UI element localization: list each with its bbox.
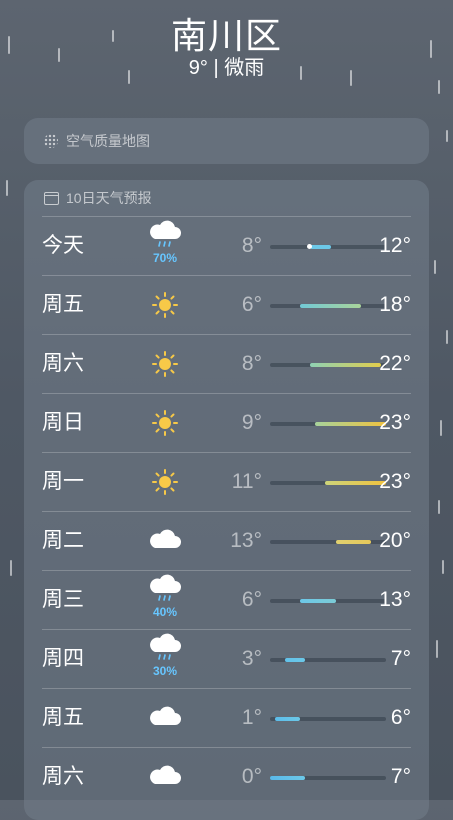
- temp-range-bar: [270, 658, 386, 662]
- day-label: 周五: [42, 706, 84, 729]
- forecast-row[interactable]: 周日 9° 23°: [42, 393, 411, 452]
- high-temp: 18°: [379, 293, 411, 316]
- ten-day-forecast-card[interactable]: 10日天气预报 今天 70% 8° 12° 周五 6° 18° 周六 8° 22° 周日 9° 23° 周…: [24, 180, 429, 820]
- day-label: 周六: [42, 352, 84, 375]
- temp-range-bar: [270, 776, 386, 780]
- low-temp: 13°: [230, 529, 262, 552]
- air-quality-label: 空气质量地图: [66, 133, 150, 149]
- sun-icon: [146, 394, 184, 452]
- high-temp: 12°: [379, 234, 411, 257]
- day-label: 周五: [42, 293, 84, 316]
- rain-cloud-icon: [146, 217, 184, 275]
- forecast-row[interactable]: 周六 8° 22°: [42, 334, 411, 393]
- day-label: 今天: [42, 234, 84, 257]
- location-header: 南川区 9° | 微雨: [0, 14, 453, 80]
- low-temp: 0°: [241, 765, 262, 788]
- temp-range-bar: [270, 244, 386, 249]
- forecast-row[interactable]: 周四 30% 3° 7°: [42, 629, 411, 688]
- day-label: 周三: [42, 588, 84, 611]
- high-temp: 7°: [390, 765, 411, 788]
- rain-cloud-icon: [146, 571, 184, 629]
- temp-range-fill: [325, 481, 386, 485]
- temp-range-bar: [270, 363, 386, 367]
- low-temp: 6°: [241, 588, 262, 611]
- air-quality-map-card[interactable]: 空气质量地图: [24, 118, 429, 164]
- high-temp: 23°: [379, 411, 411, 434]
- temp-range-bar: [270, 304, 386, 308]
- forecast-header: 10日天气预报: [24, 180, 429, 216]
- high-temp: 20°: [379, 529, 411, 552]
- temp-range-fill: [285, 658, 306, 662]
- sun-icon: [146, 453, 184, 511]
- temp-range-fill: [315, 422, 386, 426]
- calendar-icon: [44, 191, 59, 205]
- high-temp: 22°: [379, 352, 411, 375]
- high-temp: 23°: [379, 470, 411, 493]
- day-label: 周一: [42, 470, 84, 493]
- city-name: 南川区: [170, 15, 282, 56]
- low-temp: 11°: [231, 470, 262, 493]
- current-conditions: 9° | 微雨: [188, 57, 265, 79]
- forecast-row[interactable]: 周五 6° 18°: [42, 275, 411, 334]
- low-temp: 8°: [241, 352, 262, 375]
- temp-range-fill: [270, 776, 306, 780]
- precipitation-chance: 30%: [152, 664, 178, 678]
- temp-range-fill: [310, 363, 381, 367]
- precipitation-chance: 70%: [152, 251, 178, 265]
- forecast-row[interactable]: 周一 11° 23°: [42, 452, 411, 511]
- day-label: 周二: [42, 529, 84, 552]
- forecast-row[interactable]: 周二 13° 20°: [42, 511, 411, 570]
- temp-range-fill: [310, 245, 331, 249]
- forecast-row[interactable]: 今天 70% 8° 12°: [42, 216, 411, 275]
- temp-range-bar: [270, 540, 386, 544]
- air-quality-icon: [44, 134, 58, 148]
- temp-range-fill: [335, 540, 371, 544]
- temp-range-fill: [300, 599, 336, 603]
- sun-icon: [146, 335, 184, 393]
- temp-range-fill: [275, 717, 301, 721]
- forecast-title: 10日天气预报: [66, 190, 152, 206]
- forecast-row[interactable]: 周五 1° 6°: [42, 688, 411, 747]
- low-temp: 8°: [241, 234, 262, 257]
- forecast-row[interactable]: 周六 0° 7°: [42, 747, 411, 806]
- high-temp: 7°: [390, 647, 411, 670]
- precipitation-chance: 40%: [152, 605, 178, 619]
- day-label: 周日: [42, 411, 84, 434]
- forecast-list: 今天 70% 8° 12° 周五 6° 18° 周六 8° 22° 周日 9° 23° 周一 11° 23° 周…: [42, 216, 411, 806]
- cloud-icon: [146, 512, 184, 570]
- temp-range-bar: [270, 717, 386, 721]
- temp-range-fill: [300, 304, 361, 308]
- high-temp: 6°: [390, 706, 411, 729]
- day-label: 周六: [42, 765, 84, 788]
- temp-range-bar: [270, 422, 386, 426]
- high-temp: 13°: [379, 588, 411, 611]
- forecast-row[interactable]: 周三 40% 6° 13°: [42, 570, 411, 629]
- low-temp: 3°: [241, 647, 262, 670]
- rain-cloud-icon: [146, 630, 184, 688]
- cloud-icon: [146, 748, 184, 806]
- low-temp: 1°: [241, 706, 262, 729]
- cloud-icon: [146, 689, 184, 747]
- temp-range-bar: [270, 481, 386, 485]
- low-temp: 6°: [241, 293, 262, 316]
- day-label: 周四: [42, 647, 84, 670]
- low-temp: 9°: [241, 411, 262, 434]
- sun-icon: [146, 276, 184, 334]
- temp-range-bar: [270, 599, 386, 603]
